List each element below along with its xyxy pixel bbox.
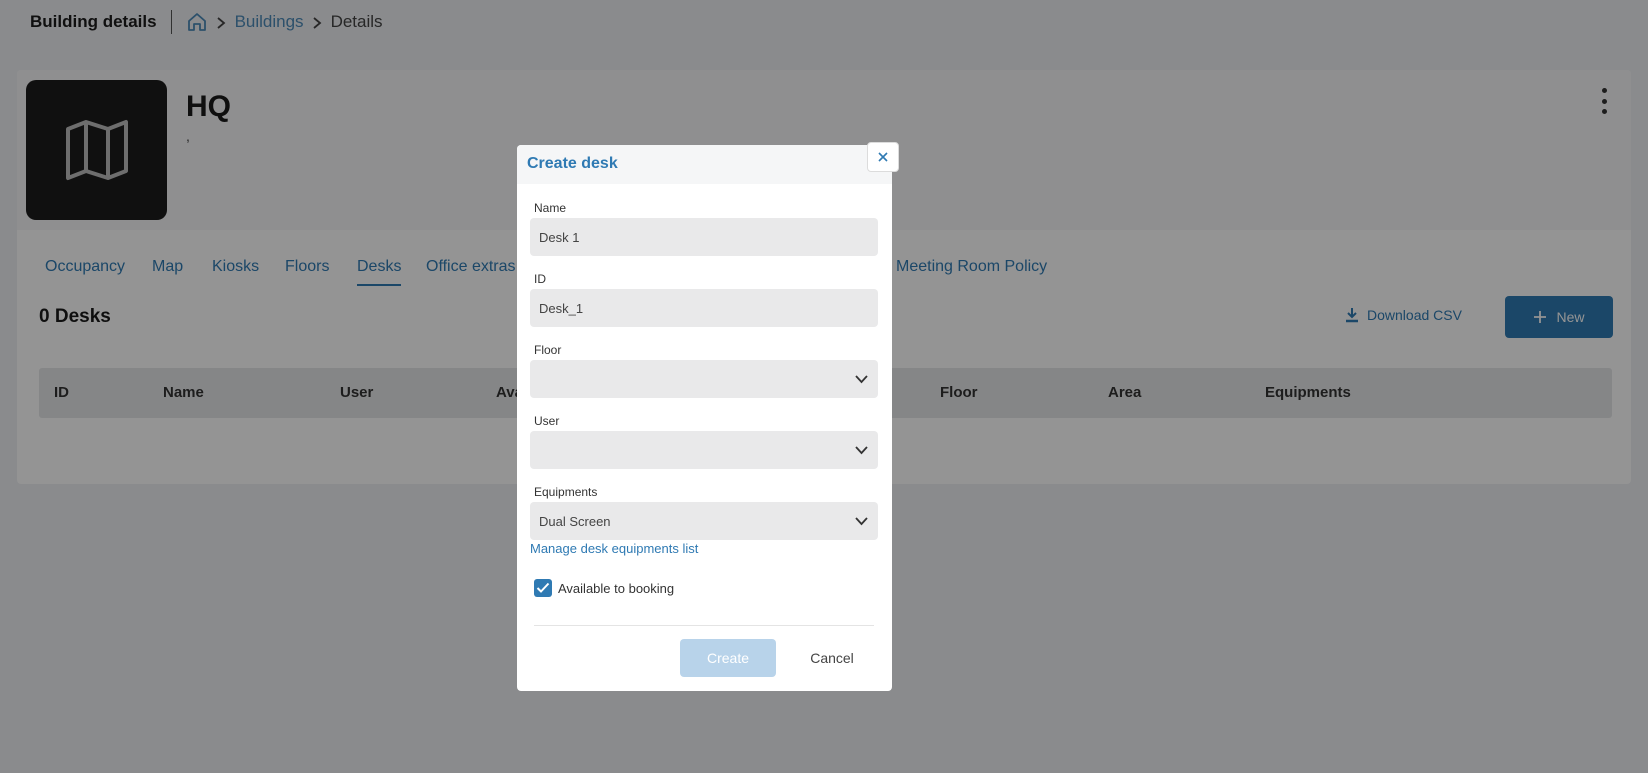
available-to-booking-row: Available to booking [534, 579, 674, 597]
close-icon [878, 152, 888, 162]
name-label: Name [534, 201, 567, 215]
floor-label: Floor [534, 343, 562, 357]
cancel-button[interactable]: Cancel [797, 639, 867, 677]
available-checkbox[interactable] [534, 579, 552, 597]
manage-equipments-link[interactable]: Manage desk equipments list [530, 541, 698, 556]
chevron-down-icon [855, 517, 868, 526]
id-input[interactable]: Desk_1 [530, 289, 878, 327]
chevron-down-icon [855, 375, 868, 384]
chevron-down-icon [855, 446, 868, 455]
equipments-label: Equipments [534, 485, 598, 499]
equipments-select[interactable]: Dual Screen [530, 502, 878, 540]
dialog-title: Create desk [527, 155, 618, 172]
dialog-header: Create desk [517, 145, 892, 184]
close-button[interactable] [867, 142, 899, 172]
available-label: Available to booking [558, 580, 675, 596]
create-button[interactable]: Create [680, 639, 776, 677]
checkmark-icon [536, 582, 550, 593]
floor-select[interactable] [530, 360, 878, 398]
create-desk-dialog: Create desk Name Desk 1 ID Desk_1 Floor … [517, 142, 899, 691]
user-label: User [534, 414, 560, 428]
user-select[interactable] [530, 431, 878, 469]
id-label: ID [534, 272, 546, 286]
name-input[interactable]: Desk 1 [530, 218, 878, 256]
equipments-select-value: Dual Screen [539, 513, 611, 529]
dialog-divider [534, 625, 874, 626]
